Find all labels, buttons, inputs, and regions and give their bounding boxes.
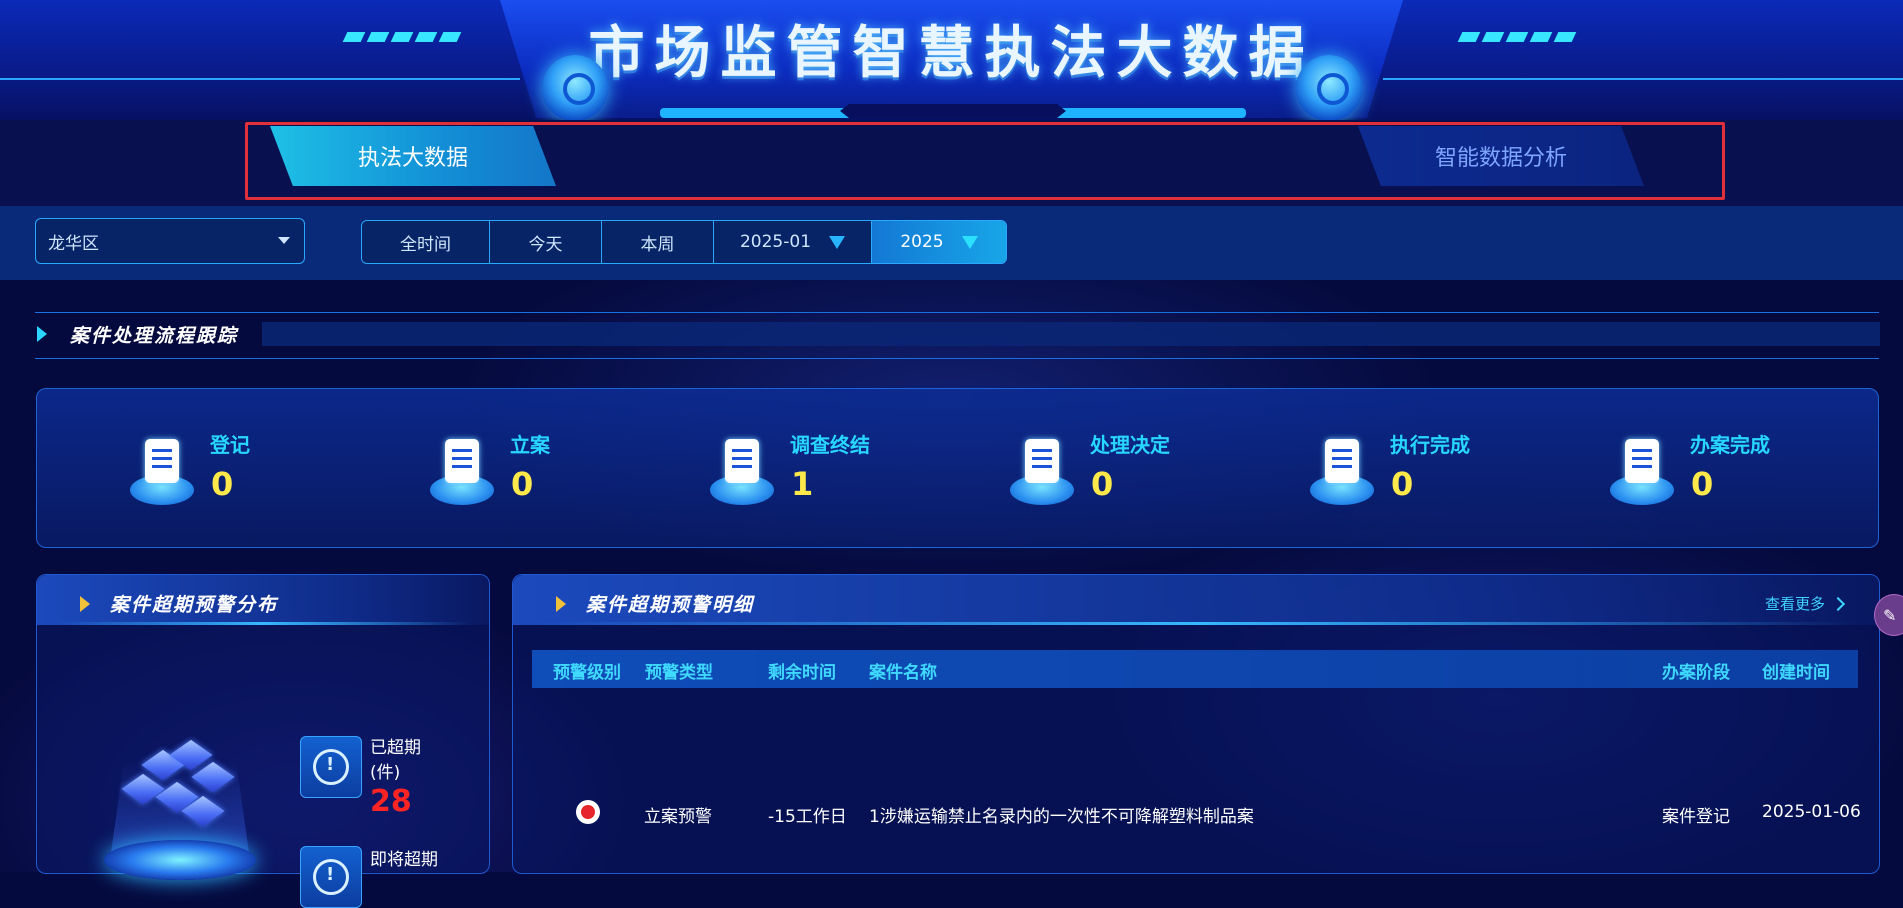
flow-step-label: 立案	[510, 433, 550, 457]
flow-step-label: 办案完成	[1690, 433, 1770, 457]
clock-icon	[313, 859, 349, 895]
glow-platform	[104, 840, 256, 880]
section-divider-bottom	[35, 358, 1879, 359]
segment-label: 今天	[528, 234, 563, 255]
row-remaining-time: -15工作日	[768, 807, 847, 827]
register-icon	[130, 435, 194, 505]
section-title-strip	[262, 322, 1880, 346]
warning-icon	[313, 749, 349, 785]
overdue-stat-icon-box	[300, 736, 362, 798]
flow-step-count: 0	[1091, 465, 1114, 503]
overdue-count: 28	[370, 784, 412, 819]
segment-label: 2025	[900, 232, 944, 252]
column-header: 办案阶段	[1662, 663, 1730, 683]
column-header: 案件名称	[869, 663, 937, 683]
district-value: 龙华区	[48, 233, 99, 254]
flow-step-decision[interactable]: 处理决定 0	[1010, 425, 1250, 515]
view-more-link[interactable]: 查看更多	[1765, 593, 1846, 614]
time-range-segmented-control: 全时间 今天 本周 2025-01 2025	[361, 220, 1007, 264]
column-header: 预警类型	[645, 663, 713, 683]
upcoming-label: 即将超期	[370, 850, 438, 870]
segment-this-week[interactable]: 本周	[602, 221, 714, 263]
flow-step-count: 0	[511, 465, 534, 503]
segment-today[interactable]: 今天	[490, 221, 602, 263]
orb-left-icon	[542, 55, 608, 121]
orb-right-icon	[1296, 55, 1362, 121]
flow-step-investigation-end[interactable]: 调查终结 1	[710, 425, 950, 515]
highlight-box	[245, 122, 1725, 200]
overdue-label: 已超期(件)	[370, 738, 421, 783]
flow-step-label: 调查终结	[790, 433, 870, 457]
flow-step-count: 0	[1691, 465, 1714, 503]
row-stage: 案件登记	[1662, 807, 1730, 827]
flow-step-case-filed[interactable]: 立案 0	[430, 425, 670, 515]
flow-step-label: 登记	[210, 433, 250, 457]
header-banner: 市场监管智慧执法大数据	[0, 0, 1903, 121]
segment-label: 本周	[640, 234, 675, 255]
flow-step-register[interactable]: 登记 0	[130, 425, 370, 515]
panel-title-overdue-detail: 案件超期预警明细	[586, 594, 755, 616]
clipboard-icon	[710, 435, 774, 505]
panel-title-overdue-distribution: 案件超期预警分布	[110, 594, 279, 616]
row-case-name: 1涉嫌运输禁止名录内的一次性不可降解塑料制品案	[869, 807, 1254, 827]
flow-step-label: 处理决定	[1090, 433, 1170, 457]
segment-label: 2025-01	[739, 232, 812, 252]
page-title: 市场监管智慧执法大数据	[588, 21, 1315, 86]
column-header: 预警级别	[553, 663, 621, 683]
flow-step-count: 0	[1391, 465, 1414, 503]
header-bottom-notch	[840, 104, 1066, 118]
section-arrow-icon	[37, 326, 47, 342]
triangle-down-icon	[829, 235, 846, 249]
column-header: 剩余时间	[768, 663, 836, 683]
flow-step-count: 0	[211, 465, 234, 503]
section-divider-top	[35, 312, 1879, 313]
triangle-down-icon	[961, 235, 978, 249]
district-select[interactable]: 龙华区	[35, 218, 305, 264]
execution-icon	[1310, 435, 1374, 505]
row-created-date: 2025-01-06	[1762, 802, 1861, 822]
completed-icon	[1610, 435, 1674, 505]
segment-year-picker[interactable]: 2025	[872, 221, 1006, 263]
red-alarm-icon	[576, 800, 600, 824]
chevron-down-icon	[278, 237, 290, 244]
segment-label: 全时间	[400, 234, 451, 255]
flow-step-execution[interactable]: 执行完成 0	[1310, 425, 1550, 515]
upcoming-stat-icon-box	[300, 846, 362, 908]
view-more-label: 查看更多	[1765, 595, 1826, 613]
chevron-right-icon	[1830, 596, 1846, 612]
flow-step-label: 执行完成	[1390, 433, 1470, 457]
panel-arrow-icon	[556, 596, 566, 612]
panel-arrow-icon	[80, 596, 90, 612]
segment-all-time[interactable]: 全时间	[362, 221, 490, 263]
penalty-shield-icon	[1010, 435, 1074, 505]
column-header: 创建时间	[1762, 663, 1830, 683]
segment-month-picker[interactable]: 2025-01	[714, 221, 872, 263]
section-title-flow: 案件处理流程跟踪	[70, 325, 239, 347]
row-warning-type: 立案预警	[644, 807, 712, 827]
flow-step-completed[interactable]: 办案完成 0	[1610, 425, 1850, 515]
file-case-icon	[430, 435, 494, 505]
table-header	[532, 650, 1858, 688]
flow-step-count: 1	[791, 465, 814, 503]
